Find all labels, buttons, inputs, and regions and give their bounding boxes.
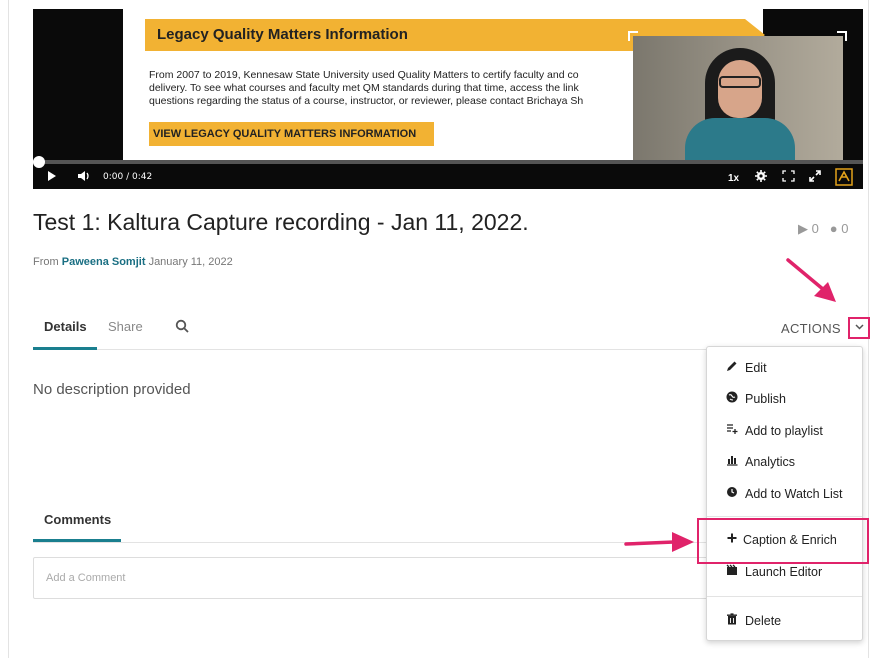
pip-corner-handle[interactable] (628, 31, 638, 41)
menu-divider (707, 516, 862, 517)
comment-input[interactable] (33, 557, 733, 599)
trash-icon (725, 613, 739, 629)
presenter-face (718, 60, 762, 118)
tab-share[interactable]: Share (108, 319, 143, 334)
pip-corner-handle[interactable] (837, 31, 847, 41)
settings-gear-icon[interactable] (755, 170, 767, 186)
volume-icon[interactable] (77, 170, 91, 186)
menu-item-add-to-playlist[interactable]: Add to playlist (707, 418, 862, 446)
menu-item-label: Publish (745, 392, 786, 406)
slide-title: Legacy Quality Matters Information (157, 26, 408, 43)
description-text: No description provided (33, 381, 191, 398)
speed-button[interactable]: 1x (728, 171, 739, 187)
play-icon[interactable] (47, 170, 57, 186)
pencil-icon (725, 360, 739, 376)
actions-label[interactable]: ACTIONS (781, 321, 841, 336)
menu-item-label: Launch Editor (745, 565, 823, 579)
slide-body-text: From 2007 to 2019, Kennesaw State Univer… (149, 69, 649, 108)
comments-icon: ● (829, 221, 838, 236)
media-stats: ▶ 0 ● 0 (798, 221, 848, 237)
time-display: 0:00 / 0:42 (103, 172, 153, 182)
globe-icon (725, 391, 739, 407)
slide-link-button: VIEW LEGACY QUALITY MATTERS INFORMATION (149, 122, 434, 146)
menu-item-add-to-watch-list[interactable]: Add to Watch List (707, 481, 862, 509)
page-title: Test 1: Kaltura Capture recording - Jan … (33, 209, 529, 235)
fullscreen-icon[interactable] (809, 170, 821, 186)
byline: From Paweena Somjit January 11, 2022 (33, 256, 233, 268)
menu-item-label: Add to playlist (745, 424, 823, 438)
author-link[interactable]: Paweena Somjit (62, 256, 146, 268)
webcam-pip-video[interactable] (633, 36, 843, 161)
chevron-down-icon (854, 324, 864, 330)
playlist-add-icon (725, 423, 739, 439)
search-icon[interactable] (175, 319, 191, 335)
film-icon (725, 564, 739, 580)
player-controls: 0:00 / 0:42 1x (33, 167, 863, 189)
menu-item-analytics[interactable]: Analytics (707, 449, 862, 477)
menu-item-edit[interactable]: Edit (707, 355, 862, 383)
comments-count: 0 (841, 221, 849, 236)
menu-item-label: Add to Watch List (745, 487, 843, 501)
tab-comments[interactable]: Comments (44, 512, 111, 527)
progress-bar[interactable] (33, 160, 863, 164)
clock-icon (725, 486, 739, 502)
publish-date: January 11, 2022 (148, 256, 233, 268)
theater-mode-icon[interactable] (782, 170, 795, 186)
slide-line: delivery. To see what courses and facult… (149, 82, 579, 94)
actions-dropdown-button[interactable] (848, 317, 870, 339)
slide-line: From 2007 to 2019, Kennesaw State Univer… (149, 69, 579, 81)
menu-item-delete[interactable]: Delete (707, 608, 862, 636)
plays-icon: ▶ (798, 221, 808, 236)
menu-item-label: Analytics (745, 455, 796, 469)
menu-divider (707, 596, 862, 597)
menu-item-label: Delete (745, 614, 782, 628)
bar-chart-icon (725, 454, 739, 470)
plays-count: 0 (811, 221, 819, 236)
menu-item-label: Edit (745, 361, 767, 375)
menu-item-publish[interactable]: Publish (707, 386, 862, 414)
tab-details[interactable]: Details (33, 319, 97, 350)
from-label: From (33, 256, 59, 268)
caption-enrich-highlight-box (697, 518, 869, 564)
video-player[interactable]: Legacy Quality Matters Information From … (33, 9, 863, 189)
kaltura-logo-icon (835, 168, 853, 189)
slide-line: questions regarding the status of a cour… (149, 95, 584, 107)
actions-menu: Edit Publish Add to playlist Analytics A… (706, 346, 863, 641)
